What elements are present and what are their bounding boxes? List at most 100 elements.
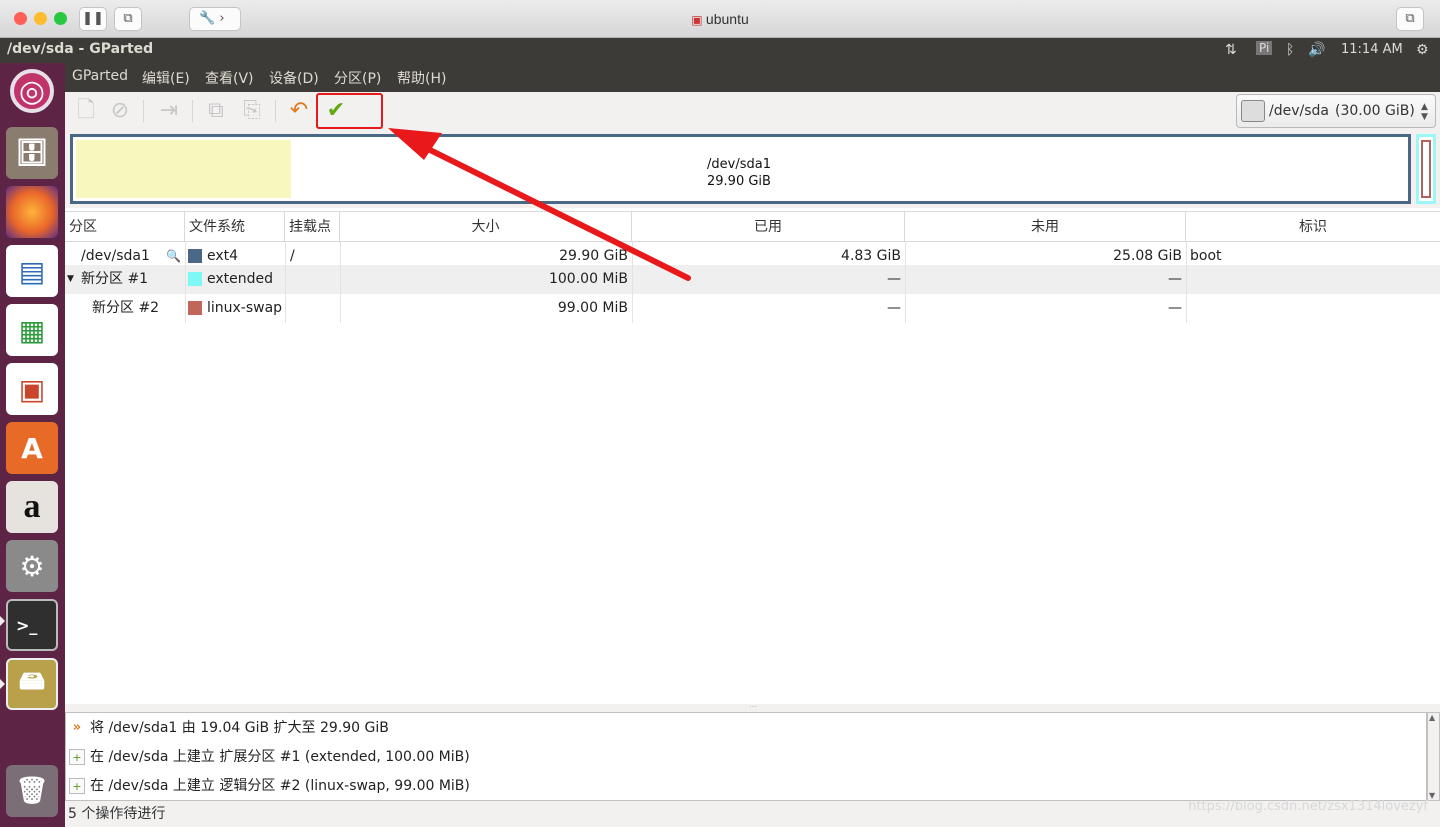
- column-header-filesystem[interactable]: 文件系统: [185, 212, 285, 242]
- annotation-highlight-box: [316, 93, 383, 129]
- size-value: 99.00 MiB: [557, 300, 628, 316]
- device-name: /dev/sda: [1269, 103, 1329, 119]
- fs-color-swatch: [188, 301, 202, 315]
- scroll-down-icon[interactable]: ▼: [1429, 791, 1435, 800]
- gear-icon[interactable]: ⚙: [1416, 42, 1429, 58]
- firefox-icon[interactable]: [6, 186, 58, 238]
- status-text: 5 个操作待进行: [68, 806, 166, 822]
- volume-icon[interactable]: 🔊: [1308, 42, 1325, 58]
- toolbar-separator: [143, 100, 144, 122]
- pending-operations-list: » 将 /dev/sda1 由 19.04 GiB 扩大至 29.90 GiB …: [65, 712, 1427, 801]
- menu-view[interactable]: 查看(V): [205, 68, 254, 88]
- toolbar-separator: [192, 100, 193, 122]
- unused-value: —: [1168, 300, 1182, 316]
- used-value: —: [887, 271, 901, 287]
- system-settings-icon[interactable]: ⚙: [6, 540, 58, 592]
- partition-name: 新分区 #1: [81, 271, 149, 287]
- amazon-icon[interactable]: a: [6, 481, 58, 533]
- menu-device[interactable]: 设备(D): [269, 68, 319, 88]
- vm-titlebar: ❚❚ ⧉ 🔧 › ▣ ubuntu ⧉: [0, 0, 1440, 38]
- device-size: (30.00 GiB): [1335, 103, 1415, 119]
- terminal-pip-icon: [0, 616, 5, 626]
- used-value: —: [887, 300, 901, 316]
- column-header-unused[interactable]: 未用: [905, 212, 1186, 242]
- trash-icon[interactable]: 🗑: [6, 765, 58, 817]
- undo-icon[interactable]: ↶: [286, 99, 312, 123]
- delete-icon[interactable]: ⊘: [107, 99, 133, 123]
- column-divider: [1186, 294, 1187, 323]
- column-divider: [340, 265, 341, 294]
- menu-help[interactable]: 帮助(H): [397, 68, 446, 88]
- column-divider: [632, 265, 633, 294]
- libreoffice-writer-icon[interactable]: ▤: [6, 245, 58, 297]
- column-header-flags[interactable]: 标识: [1186, 212, 1440, 242]
- updown-arrows-icon: ▲ ▼: [1421, 102, 1428, 122]
- partition-table: 分区 文件系统 挂载点 大小 已用 未用 标识 /dev/sda1 🔍 ext4…: [65, 211, 1440, 704]
- launcher: ◎ 🗄 ▤ ▦ ▣ A a ⚙ >_ 🖴 🗑: [0, 63, 65, 827]
- partition-name: 新分区 #2: [92, 300, 160, 316]
- scrollbar[interactable]: ▲ ▼: [1427, 712, 1440, 801]
- expander-triangle-icon[interactable]: ▼: [67, 265, 74, 294]
- device-selector[interactable]: /dev/sda (30.00 GiB) ▲ ▼: [1236, 94, 1436, 128]
- clock[interactable]: 11:14 AM: [1341, 42, 1403, 57]
- menu-gparted[interactable]: GParted: [72, 68, 128, 84]
- column-divider: [185, 265, 186, 294]
- ubuntu-dash-icon[interactable]: ◎: [10, 69, 54, 113]
- partition-block-swap[interactable]: [1421, 140, 1431, 198]
- filesystem-name: linux-swap: [207, 300, 283, 316]
- operation-text: 在 /dev/sda 上建立 逻辑分区 #2 (linux-swap, 99.0…: [90, 778, 470, 794]
- scroll-up-icon[interactable]: ▲: [1429, 713, 1435, 722]
- table-row[interactable]: ▼ 新分区 #1 extended 100.00 MiB — —: [65, 265, 1440, 294]
- paste-icon[interactable]: ⎘: [239, 99, 265, 123]
- column-divider: [1186, 265, 1187, 294]
- operation-text: 在 /dev/sda 上建立 扩展分区 #1 (extended, 100.00…: [90, 749, 470, 765]
- partition-block-extended[interactable]: [1416, 134, 1436, 204]
- column-divider: [185, 294, 186, 323]
- column-header-partition[interactable]: 分区: [65, 212, 185, 242]
- toolbar: 🗋 ⊘ ⇥ ⧉ ⎘ ↶ ✔ /dev/sda (30.00 GiB) ▲ ▼: [65, 92, 1440, 130]
- menu-bar: GParted 编辑(E) 查看(V) 设备(D) 分区(P) 帮助(H): [65, 63, 1440, 92]
- terminal-icon[interactable]: >_: [6, 599, 58, 651]
- libreoffice-calc-icon[interactable]: ▦: [6, 304, 58, 356]
- filesystem-name: extended: [207, 271, 274, 287]
- network-icon[interactable]: ⇅: [1225, 42, 1237, 58]
- menu-partition[interactable]: 分区(P): [334, 68, 381, 88]
- new-op-icon: +: [69, 749, 85, 765]
- partition-block-size: 29.90 GiB: [707, 174, 771, 189]
- gparted-icon[interactable]: 🖴: [6, 658, 58, 710]
- operation-text: 将 /dev/sda1 由 19.04 GiB 扩大至 29.90 GiB: [90, 720, 389, 736]
- new-partition-icon[interactable]: 🗋: [73, 99, 99, 123]
- column-divider: [340, 294, 341, 323]
- watermark: https://blog.csdn.net/zsx1314lovezyf: [1188, 799, 1428, 814]
- column-divider: [285, 265, 286, 294]
- column-divider: [285, 294, 286, 323]
- partition-block-name: /dev/sda1: [707, 157, 771, 172]
- new-op-icon: +: [69, 778, 85, 794]
- grip-icon: ⋯: [749, 702, 757, 711]
- table-row[interactable]: 新分区 #2 linux-swap 99.00 MiB — —: [65, 294, 1440, 323]
- gparted-pip-icon: [0, 679, 5, 689]
- menu-edit[interactable]: 编辑(E): [142, 68, 190, 88]
- column-divider: [905, 294, 906, 323]
- column-header-used[interactable]: 已用: [632, 212, 905, 242]
- libreoffice-impress-icon[interactable]: ▣: [6, 363, 58, 415]
- size-value: 100.00 MiB: [548, 271, 628, 287]
- window-title: /dev/sda - GParted: [7, 41, 154, 57]
- column-divider: [632, 294, 633, 323]
- resize-move-icon[interactable]: ⇥: [156, 99, 182, 123]
- fullscreen-icon[interactable]: ⧉: [1396, 7, 1424, 31]
- unused-value: —: [1168, 271, 1182, 287]
- vm-doc-icon: ▣: [691, 13, 706, 27]
- vm-title: ▣ ubuntu: [691, 11, 749, 27]
- pane-separator[interactable]: ⋯: [65, 702, 1440, 712]
- files-icon[interactable]: 🗄: [6, 127, 58, 179]
- software-center-icon[interactable]: A: [6, 422, 58, 474]
- partition-block-sda1[interactable]: /dev/sda1 29.90 GiB: [70, 134, 1411, 204]
- bluetooth-icon[interactable]: ᛒ: [1286, 42, 1294, 58]
- copy-icon[interactable]: ⧉: [203, 99, 229, 123]
- partition-block-label: /dev/sda1 29.90 GiB: [707, 156, 771, 190]
- column-divider: [905, 265, 906, 294]
- column-header-mountpoint[interactable]: 挂载点: [285, 212, 340, 242]
- keyboard-indicator[interactable]: Pi: [1256, 41, 1273, 55]
- column-header-size[interactable]: 大小: [340, 212, 632, 242]
